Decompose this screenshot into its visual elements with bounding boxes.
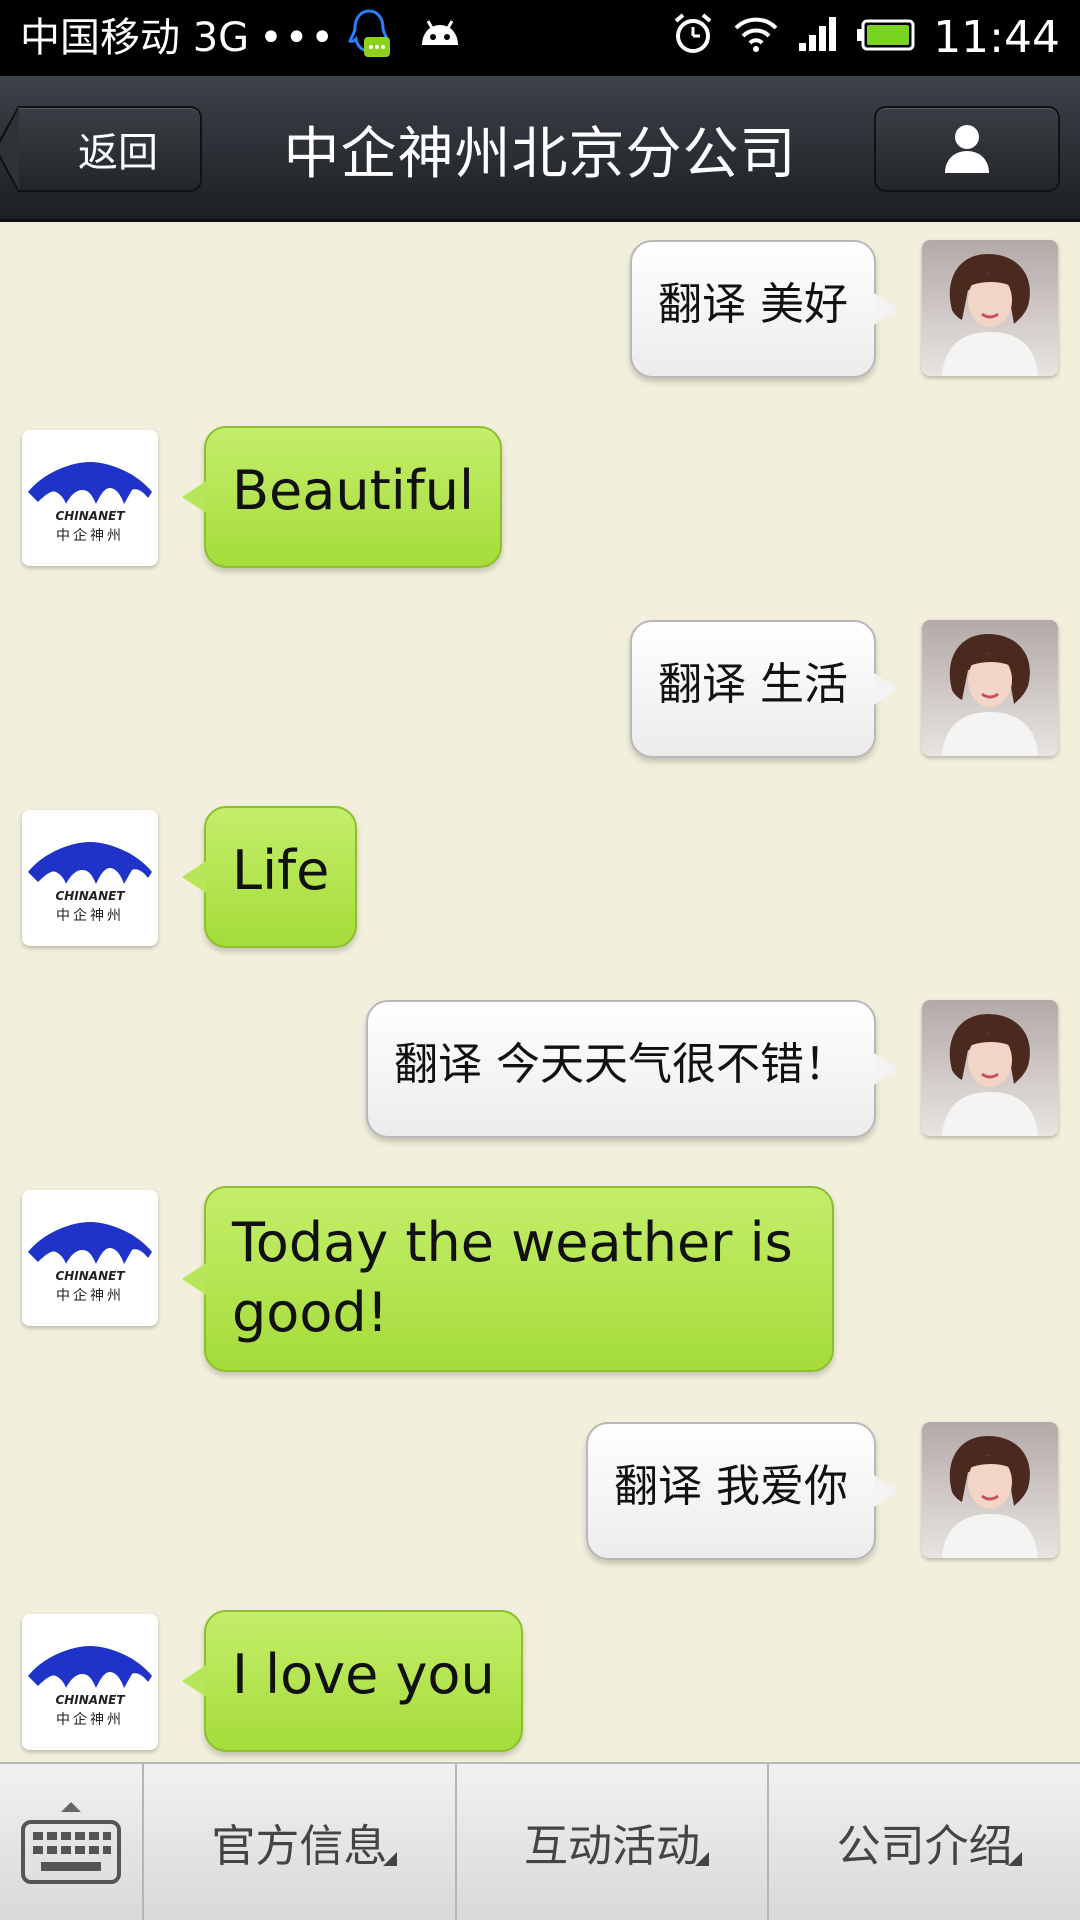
- alarm-icon: [671, 12, 715, 64]
- message-outgoing: 翻译 生活: [0, 620, 1080, 760]
- user-avatar[interactable]: [922, 1000, 1058, 1136]
- clock: 11:44: [933, 12, 1060, 63]
- message-incoming: CHINANET 中企神州 Life: [0, 806, 1080, 950]
- person-icon: [939, 119, 995, 179]
- page-title: 中企神州北京分公司: [283, 121, 797, 187]
- message-outgoing: 翻译 我爱你: [0, 1422, 1080, 1562]
- logo-brand-cn-text: 中企神州: [56, 1287, 124, 1304]
- chinanet-logo-avatar[interactable]: CHINANET 中企神州: [22, 810, 158, 946]
- menu-official-info[interactable]: 官方信息: [144, 1764, 457, 1920]
- wifi-icon: [733, 15, 779, 61]
- menu-label: 互动活动: [524, 1821, 700, 1872]
- menu-interactive-activities[interactable]: 互动活动: [457, 1764, 770, 1920]
- message-outgoing: 翻译 今天天气很不错！: [0, 1000, 1080, 1140]
- keyboard-icon: [19, 1792, 123, 1892]
- message-outgoing: 翻译 美好: [0, 240, 1080, 380]
- user-avatar[interactable]: [922, 1422, 1058, 1558]
- chinanet-logo-avatar[interactable]: CHINANET 中企神州: [22, 1614, 158, 1750]
- submenu-indicator-icon: [1008, 1852, 1023, 1866]
- message-incoming: CHINANET 中企神州 Today the weather is good!: [0, 1186, 1080, 1376]
- bottom-menu-bar: 官方信息 互动活动 公司介绍: [0, 1762, 1080, 1920]
- back-button-label: 返回: [78, 130, 158, 176]
- chat-message-list[interactable]: 翻译 美好 CHINANET 中企神州 Beautiful 翻译 生活 CHIN…: [0, 222, 1080, 1762]
- outgoing-bubble[interactable]: 翻译 今天天气很不错！: [366, 1000, 898, 1138]
- status-bar: 中国移动 3G ••• 11:44: [0, 0, 1080, 76]
- user-avatar[interactable]: [922, 240, 1058, 376]
- notification-dots: •••: [259, 15, 336, 61]
- incoming-bubble[interactable]: Beautiful: [182, 426, 502, 568]
- logo-brand-text: CHINANET: [55, 1269, 125, 1283]
- incoming-bubble[interactable]: Life: [181, 806, 358, 948]
- submenu-indicator-icon: [695, 1852, 710, 1866]
- logo-brand-cn-text: 中企神州: [56, 1711, 124, 1728]
- menu-label: 官方信息: [211, 1821, 388, 1872]
- profile-button[interactable]: [874, 106, 1060, 192]
- outgoing-bubble[interactable]: 翻译 我爱你: [586, 1422, 898, 1560]
- menu-label: 公司介绍: [836, 1821, 1013, 1872]
- wechat-chat-screen: 中国移动 3G ••• 11:44 返回 中企神州北京分公司 翻译 美好 CHI…: [0, 0, 1080, 1920]
- android-icon: [416, 15, 464, 62]
- carrier-label: 中国移动 3G: [20, 15, 250, 61]
- logo-brand-text: CHINANET: [55, 509, 125, 523]
- logo-brand-cn-text: 中企神州: [56, 907, 124, 924]
- message-incoming: CHINANET 中企神州 Beautiful: [0, 426, 1080, 570]
- battery-icon: [857, 16, 915, 60]
- menu-company-intro[interactable]: 公司介绍: [769, 1764, 1080, 1920]
- user-avatar[interactable]: [922, 620, 1058, 756]
- outgoing-bubble[interactable]: 翻译 美好: [630, 240, 898, 378]
- logo-brand-text: CHINANET: [55, 1693, 125, 1707]
- message-incoming: CHINANET 中企神州 I love you: [0, 1610, 1080, 1754]
- incoming-bubble[interactable]: Today the weather is good!: [182, 1186, 834, 1372]
- keyboard-toggle-button[interactable]: [0, 1764, 144, 1920]
- back-button[interactable]: 返回: [0, 106, 202, 192]
- signal-icon: [797, 15, 839, 61]
- logo-brand-cn-text: 中企神州: [56, 527, 124, 544]
- chinanet-logo-avatar[interactable]: CHINANET 中企神州: [22, 1190, 158, 1326]
- logo-brand-text: CHINANET: [55, 889, 125, 903]
- chinanet-logo-avatar[interactable]: CHINANET 中企神州: [22, 430, 158, 566]
- incoming-bubble[interactable]: I love you: [182, 1610, 523, 1752]
- submenu-indicator-icon: [382, 1852, 397, 1866]
- title-bar: 返回 中企神州北京分公司: [0, 76, 1080, 222]
- outgoing-bubble[interactable]: 翻译 生活: [630, 620, 898, 758]
- qq-icon: [346, 7, 392, 70]
